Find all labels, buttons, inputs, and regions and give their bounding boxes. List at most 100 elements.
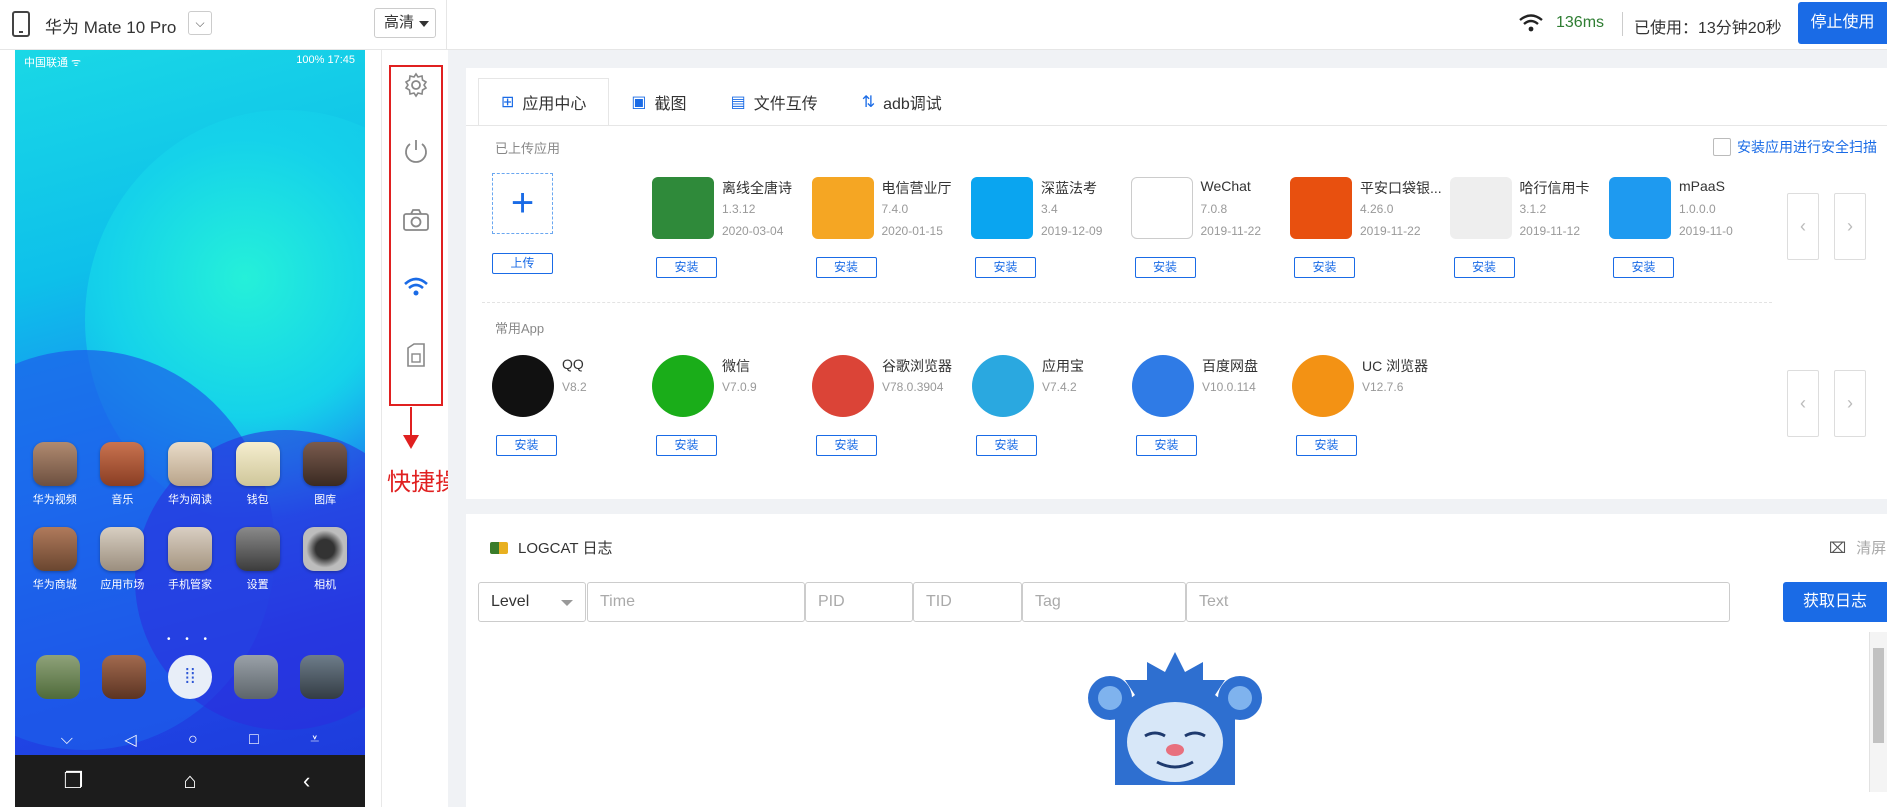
chevron-down-icon[interactable]: ⌵ xyxy=(61,731,73,749)
uploaded-app: 深蓝法考 3.4 2019-12-09 安装 xyxy=(971,177,1131,287)
app-name: WeChat xyxy=(1200,178,1251,194)
install-button[interactable]: 安装 xyxy=(1453,257,1515,278)
device-name: 华为 Mate 10 Pro xyxy=(45,18,177,37)
quality-select[interactable]: 高清 xyxy=(374,8,436,38)
common-app: 谷歌浏览器 V78.0.3904 安装 xyxy=(812,355,972,465)
stop-button[interactable]: 停止使用 xyxy=(1798,2,1887,44)
back-icon[interactable]: ‹ xyxy=(291,768,323,794)
common-prev-button[interactable]: ‹ xyxy=(1787,370,1819,437)
app-icon xyxy=(1130,177,1193,239)
camera-icon[interactable] xyxy=(401,205,431,235)
app-name: 深蓝法考 xyxy=(1041,180,1097,196)
logcat-title: LOGCAT 日志 xyxy=(490,537,612,558)
install-button[interactable]: 安装 xyxy=(975,257,1036,278)
home-app[interactable]: 设置 xyxy=(227,527,289,592)
home-circle-icon[interactable]: ○ xyxy=(188,731,198,749)
browser-app-icon[interactable] xyxy=(300,655,344,699)
install-button[interactable]: 安装 xyxy=(656,435,717,456)
app-version: 7.0.8 xyxy=(1200,202,1228,216)
install-button[interactable]: 安装 xyxy=(1296,435,1357,456)
home-app[interactable]: 图库 xyxy=(294,442,356,507)
ping-value: 136ms xyxy=(1556,14,1605,31)
upload-drop-zone[interactable]: + xyxy=(492,173,553,234)
recent-apps-icon[interactable]: ❐ xyxy=(57,768,89,794)
tid-input[interactable]: TID xyxy=(913,582,1022,622)
app-label: 华为视频 xyxy=(32,494,77,506)
phone-app-icon[interactable] xyxy=(36,655,80,699)
home-app[interactable]: 手机管家 xyxy=(159,527,221,592)
install-button[interactable]: 安装 xyxy=(815,257,877,278)
app-icon xyxy=(652,355,714,417)
text-input[interactable]: Text xyxy=(1186,582,1730,622)
phone-icon xyxy=(12,11,30,37)
scroll-thumb[interactable] xyxy=(1873,648,1884,743)
home-app[interactable]: 华为阅读 xyxy=(159,442,221,507)
notification-pull-icon[interactable]: ⩡ xyxy=(310,731,319,749)
recent-square-icon[interactable]: □ xyxy=(249,731,259,749)
install-button[interactable]: 安装 xyxy=(496,435,557,456)
power-icon[interactable] xyxy=(401,136,431,166)
level-value: Level xyxy=(491,593,530,610)
tab-screenshot[interactable]: ▣ 截图 xyxy=(609,78,708,126)
home-app[interactable]: 音乐 xyxy=(91,442,153,507)
app-version: V12.7.6 xyxy=(1362,380,1404,394)
back-triangle-icon[interactable]: ◁ xyxy=(124,730,136,750)
uploaded-app: 离线全唐诗 1.3.12 2020-03-04 安装 xyxy=(652,177,812,287)
install-button[interactable]: 安装 xyxy=(656,257,717,278)
install-button[interactable]: 安装 xyxy=(1134,257,1196,278)
fetch-log-button[interactable]: 获取日志 xyxy=(1783,582,1887,622)
sliders-icon: ⇅ xyxy=(861,94,876,111)
home-icon[interactable]: ⌂ xyxy=(174,768,206,794)
grid-icon: ⊞ xyxy=(501,94,515,111)
clear-button[interactable]: ⌧ 清屏 xyxy=(1829,537,1886,558)
device-dropdown-button[interactable]: ⌵ xyxy=(188,11,212,35)
uploaded-next-button[interactable]: › xyxy=(1834,193,1866,260)
apps-drawer-icon[interactable]: ⁞⁞ xyxy=(168,655,212,699)
image-icon: ▣ xyxy=(631,94,647,111)
gear-icon[interactable] xyxy=(401,70,431,100)
time-input[interactable]: Time xyxy=(587,582,805,622)
uploaded-prev-button[interactable]: ‹ xyxy=(1787,193,1819,260)
carrier: 中国联通 ᯤ xyxy=(24,57,82,69)
home-app[interactable]: 华为商城 xyxy=(24,527,86,592)
page-dots: • • • xyxy=(166,634,214,645)
app-version: 4.26.0 xyxy=(1360,202,1394,216)
install-button[interactable]: 安装 xyxy=(816,435,877,456)
install-button[interactable]: 安装 xyxy=(1136,435,1197,456)
contacts-app-icon[interactable] xyxy=(102,655,146,699)
upload-button[interactable]: 上传 xyxy=(492,253,553,274)
level-select[interactable]: Level xyxy=(478,582,586,622)
common-section-title: 常用App xyxy=(495,321,545,336)
install-button[interactable]: 安装 xyxy=(976,435,1037,456)
messages-app-icon[interactable] xyxy=(234,655,278,699)
tab-bar: ⊞ 应用中心 ▣ 截图 ▤ 文件互传 ⇅ adb调试 xyxy=(478,78,964,126)
tab-app-center[interactable]: ⊞ 应用中心 xyxy=(478,78,610,126)
wifi-icon[interactable] xyxy=(401,272,431,302)
tab-file-transfer[interactable]: ▤ 文件互传 xyxy=(709,78,840,126)
home-app[interactable]: 钱包 xyxy=(227,442,289,507)
tab-adb[interactable]: ⇅ adb调试 xyxy=(840,78,964,126)
home-app[interactable]: 华为视频 xyxy=(24,442,86,507)
app-date: 2020-03-04 xyxy=(722,224,784,238)
app-version: V10.0.114 xyxy=(1202,380,1256,394)
vmall-app-icon xyxy=(32,527,77,571)
caret-down-icon xyxy=(419,21,429,27)
phone-screen[interactable]: 中国联通 ᯤ 100% 17:45 华为视频 音乐 华为阅读 钱包 图库 华为商… xyxy=(15,50,365,807)
checkbox-icon[interactable] xyxy=(1713,138,1731,156)
install-button[interactable]: 安装 xyxy=(1294,257,1355,278)
scan-checkbox[interactable]: 安装应用进行安全扫描 xyxy=(1713,137,1877,157)
log-scrollbar[interactable] xyxy=(1869,632,1887,792)
home-app[interactable]: 相机 xyxy=(294,527,356,592)
tag-input[interactable]: Tag xyxy=(1022,582,1186,622)
home-app[interactable]: 应用市场 xyxy=(91,527,153,592)
common-next-button[interactable]: › xyxy=(1834,370,1866,437)
home-apps: 华为视频 音乐 华为阅读 钱包 图库 华为商城 应用市场 手机管家 设置 相机 xyxy=(15,442,365,612)
sim-icon[interactable] xyxy=(401,340,431,370)
install-button[interactable]: 安装 xyxy=(1613,257,1674,278)
gallery-app-icon xyxy=(303,442,348,486)
app-date: 2019-12-09 xyxy=(1041,224,1103,238)
app-name: UC 浏览器 xyxy=(1362,358,1429,374)
pid-input[interactable]: PID xyxy=(805,582,913,622)
app-label: 图库 xyxy=(314,494,337,506)
app-icon xyxy=(1132,355,1194,417)
